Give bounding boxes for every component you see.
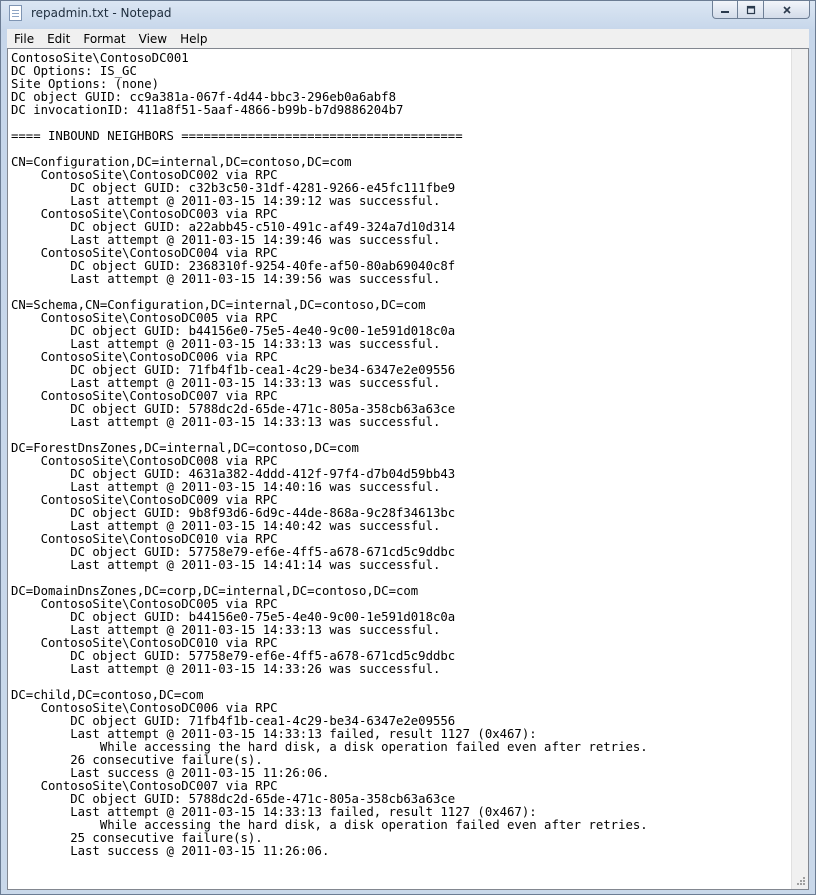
text-line: ContosoSite\ContosoDC008 via RPC xyxy=(11,454,278,468)
text-line: While accessing the hard disk, a disk op… xyxy=(11,818,648,832)
maximize-icon xyxy=(746,5,755,14)
text-line: Last attempt @ 2011-03-15 14:33:13 was s… xyxy=(11,415,441,429)
text-line: Last attempt @ 2011-03-15 14:33:13 faile… xyxy=(11,727,537,741)
text-line: DC object GUID: 4631a382-4ddd-412f-97f4-… xyxy=(11,467,456,481)
notepad-icon[interactable] xyxy=(9,5,22,21)
text-line: Last success @ 2011-03-15 11:26:06. xyxy=(11,766,330,780)
menu-edit[interactable]: Edit xyxy=(40,29,76,48)
maximize-button[interactable] xyxy=(738,1,764,19)
text-line: Last attempt @ 2011-03-15 14:41:14 was s… xyxy=(11,558,441,572)
text-line: CN=Configuration,DC=internal,DC=contoso,… xyxy=(11,155,352,169)
text-line: Last attempt @ 2011-03-15 14:40:16 was s… xyxy=(11,480,441,494)
menu-view[interactable]: View xyxy=(132,29,173,48)
text-line: CN=Schema,CN=Configuration,DC=internal,D… xyxy=(11,298,426,312)
text-line: ContosoSite\ContosoDC009 via RPC xyxy=(11,493,278,507)
text-line: ==== INBOUND NEIGHBORS =================… xyxy=(11,129,463,143)
text-line: ContosoSite\ContosoDC001 xyxy=(11,51,189,65)
text-line: ContosoSite\ContosoDC007 via RPC xyxy=(11,779,278,793)
text-line: ContosoSite\ContosoDC006 via RPC xyxy=(11,350,278,364)
text-line: Last attempt @ 2011-03-15 14:39:12 was s… xyxy=(11,194,441,208)
text-line: DC=ForestDnsZones,DC=internal,DC=contoso… xyxy=(11,441,359,455)
text-line: Site Options: (none) xyxy=(11,77,160,91)
menu-file[interactable]: File xyxy=(7,29,40,48)
title-bar[interactable]: repadmin.txt - Notepad xyxy=(1,1,815,28)
text-line: DC object GUID: 5788dc2d-65de-471c-805a-… xyxy=(11,402,456,416)
text-line: ContosoSite\ContosoDC003 via RPC xyxy=(11,207,278,221)
text-line: ContosoSite\ContosoDC004 via RPC xyxy=(11,246,278,260)
text-line: DC object GUID: 57758e79-ef6e-4ff5-a678-… xyxy=(11,545,456,559)
resize-grip-icon[interactable] xyxy=(795,875,805,885)
text-line: DC Options: IS_GC xyxy=(11,64,137,78)
text-line: DC object GUID: b44156e0-75e5-4e40-9c00-… xyxy=(11,610,456,624)
document-text[interactable]: ContosoSite\ContosoDC001 DC Options: IS_… xyxy=(11,52,648,858)
text-line: Last attempt @ 2011-03-15 14:40:42 was s… xyxy=(11,519,441,533)
text-line: Last attempt @ 2011-03-15 14:33:26 was s… xyxy=(11,662,441,676)
minimize-button[interactable] xyxy=(712,1,738,19)
text-line: DC object GUID: b44156e0-75e5-4e40-9c00-… xyxy=(11,324,456,338)
text-line: DC invocationID: 411a8f51-5aaf-4866-b99b… xyxy=(11,103,404,117)
menu-bar: File Edit Format View Help xyxy=(7,29,809,49)
text-line: ContosoSite\ContosoDC010 via RPC xyxy=(11,636,278,650)
text-line: DC object GUID: 71fb4f1b-cea1-4c29-be34-… xyxy=(11,714,456,728)
text-line: ContosoSite\ContosoDC010 via RPC xyxy=(11,532,278,546)
text-line: DC object GUID: 2368310f-9254-40fe-af50-… xyxy=(11,259,456,273)
minimize-icon xyxy=(721,10,729,13)
text-line: DC object GUID: cc9a381a-067f-4d44-bbc3-… xyxy=(11,90,396,104)
text-line: ContosoSite\ContosoDC005 via RPC xyxy=(11,311,278,325)
text-line: DC=DomainDnsZones,DC=corp,DC=internal,DC… xyxy=(11,584,419,598)
text-line: Last attempt @ 2011-03-15 14:33:13 was s… xyxy=(11,623,441,637)
text-line: Last attempt @ 2011-03-15 14:39:56 was s… xyxy=(11,272,441,286)
text-line: DC object GUID: a22abb45-c510-491c-af49-… xyxy=(11,220,456,234)
close-icon xyxy=(782,5,791,14)
text-line: ContosoSite\ContosoDC005 via RPC xyxy=(11,597,278,611)
text-line: ContosoSite\ContosoDC002 via RPC xyxy=(11,168,278,182)
text-line: While accessing the hard disk, a disk op… xyxy=(11,740,648,754)
text-line: Last attempt @ 2011-03-15 14:39:46 was s… xyxy=(11,233,441,247)
text-line: 25 consecutive failure(s). xyxy=(11,831,263,845)
vertical-scrollbar[interactable] xyxy=(791,49,808,889)
menu-help[interactable]: Help xyxy=(173,29,213,48)
text-line: ContosoSite\ContosoDC007 via RPC xyxy=(11,389,278,403)
text-line: DC object GUID: 71fb4f1b-cea1-4c29-be34-… xyxy=(11,363,456,377)
text-line: DC object GUID: 9b8f93d6-6d9c-44de-868a-… xyxy=(11,506,456,520)
text-line: Last attempt @ 2011-03-15 14:33:13 was s… xyxy=(11,376,441,390)
window-title: repadmin.txt - Notepad xyxy=(31,6,172,20)
menu-format[interactable]: Format xyxy=(76,29,131,48)
caption-buttons xyxy=(712,1,810,19)
text-editor[interactable]: ContosoSite\ContosoDC001 DC Options: IS_… xyxy=(7,48,809,890)
text-line: DC object GUID: c32b3c50-31df-4281-9266-… xyxy=(11,181,456,195)
text-line: DC object GUID: 5788dc2d-65de-471c-805a-… xyxy=(11,792,456,806)
text-line: Last success @ 2011-03-15 11:26:06. xyxy=(11,844,330,858)
text-line: ContosoSite\ContosoDC006 via RPC xyxy=(11,701,278,715)
text-line: DC object GUID: 57758e79-ef6e-4ff5-a678-… xyxy=(11,649,456,663)
text-line: 26 consecutive failure(s). xyxy=(11,753,263,767)
text-line: Last attempt @ 2011-03-15 14:33:13 was s… xyxy=(11,337,441,351)
text-line: DC=child,DC=contoso,DC=com xyxy=(11,688,204,702)
text-line: Last attempt @ 2011-03-15 14:33:13 faile… xyxy=(11,805,537,819)
notepad-window: repadmin.txt - Notepad File Edit Format … xyxy=(0,0,816,895)
close-button[interactable] xyxy=(764,1,810,19)
